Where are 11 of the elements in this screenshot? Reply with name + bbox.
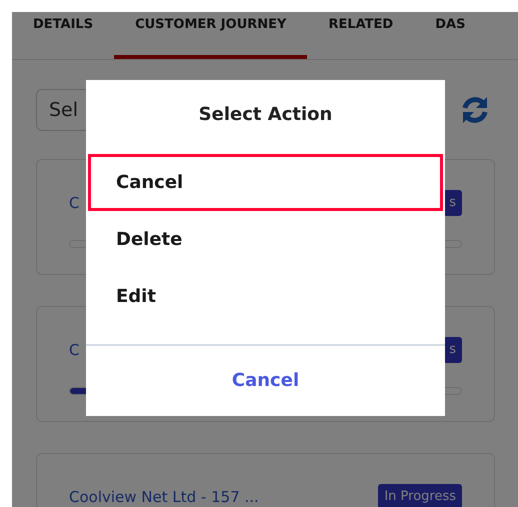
record-link[interactable]: C xyxy=(69,192,80,214)
record-link[interactable]: C xyxy=(69,338,80,361)
record-link[interactable]: Coolview Net Ltd - 157 ... xyxy=(69,486,259,507)
tab[interactable]: CUSTOMER JOURNEY xyxy=(114,12,308,59)
dialog-title: Select Action xyxy=(86,80,445,152)
action-item[interactable]: Cancel xyxy=(88,154,443,211)
tab[interactable]: DETAILS xyxy=(12,12,114,59)
refresh-icon[interactable] xyxy=(460,95,490,125)
status-badge: In Progress xyxy=(378,484,462,507)
tab[interactable]: RELATED xyxy=(307,12,414,59)
tab[interactable]: DAS xyxy=(414,12,486,59)
